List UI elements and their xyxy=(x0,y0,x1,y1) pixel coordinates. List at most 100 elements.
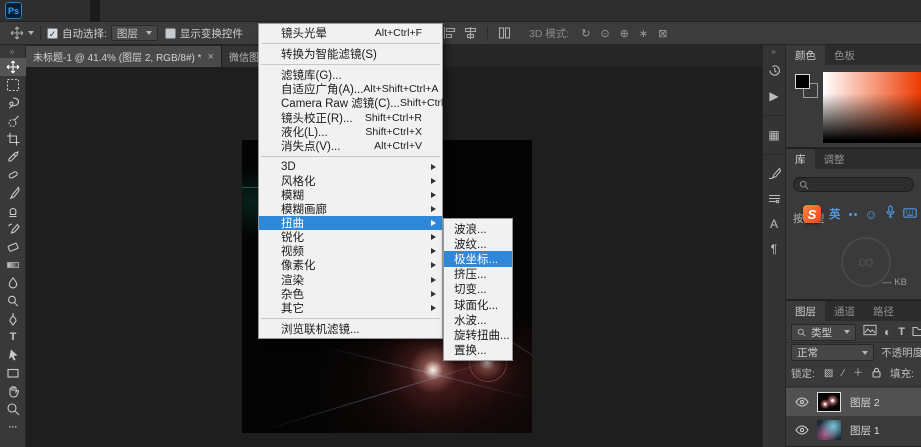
tab-adjustments[interactable]: 调整 xyxy=(815,149,854,169)
menu-item[interactable]: 渲染 xyxy=(259,273,442,287)
tool-presets-panel-icon[interactable] xyxy=(763,186,785,211)
filter-image-icon[interactable] xyxy=(863,323,877,341)
filter-folder-icon[interactable] xyxy=(912,323,921,341)
menubar-item[interactable] xyxy=(50,0,60,22)
library-search-box[interactable] xyxy=(793,177,914,192)
submenu-item[interactable]: 极坐标... xyxy=(444,251,512,266)
menu-item[interactable]: Camera Raw 滤镜(C)... Shift+Ctrl+A xyxy=(259,96,442,110)
align-center-icon[interactable] xyxy=(464,27,477,39)
ime-tools-icon[interactable] xyxy=(849,213,857,216)
lock-all-icon[interactable] xyxy=(872,367,881,381)
visibility-eye-icon[interactable] xyxy=(795,397,809,407)
eyedropper-tool[interactable] xyxy=(0,148,26,166)
menu-item[interactable]: 其它 xyxy=(259,301,442,315)
menu-item[interactable]: 镜头校正(R)... Shift+Ctrl+R xyxy=(259,110,442,124)
menu-item[interactable]: 消失点(V)... Alt+Ctrl+V xyxy=(259,139,442,153)
submenu-item[interactable]: 切变... xyxy=(444,282,512,297)
clone-stamp-tool[interactable] xyxy=(0,202,26,220)
auto-select-target-dropdown[interactable]: 图层 xyxy=(111,25,158,41)
submenu-item[interactable]: 球面化... xyxy=(444,297,512,312)
menu-item[interactable]: 滤镜库(G)... xyxy=(259,68,442,82)
foreground-color-swatch[interactable] xyxy=(795,74,810,89)
crop-tool[interactable] xyxy=(0,130,26,148)
3d-scale-icon[interactable]: ⊠ xyxy=(658,27,667,40)
submenu-item[interactable]: 波纹... xyxy=(444,236,512,251)
healing-brush-tool[interactable] xyxy=(0,166,26,184)
menubar-item[interactable] xyxy=(40,0,50,22)
more-tools[interactable]: ··· xyxy=(0,418,26,436)
tool-options-caret-icon[interactable] xyxy=(28,31,34,35)
ime-emoji-icon[interactable]: ☺ xyxy=(865,208,878,221)
menubar-item[interactable] xyxy=(70,0,80,22)
auto-select-checkbox[interactable]: ✓ xyxy=(47,28,58,39)
document-tab-active[interactable]: 未标题-1 @ 41.4% (图层 2, RGB/8#) * × xyxy=(26,46,222,67)
library-search-input[interactable] xyxy=(813,179,908,190)
tab-layers[interactable]: 图层 xyxy=(786,301,825,321)
layer-thumbnail[interactable] xyxy=(817,420,841,440)
menu-item[interactable]: 3D xyxy=(259,160,442,174)
menu-item[interactable]: 像素化 xyxy=(259,258,442,272)
blur-tool[interactable] xyxy=(0,274,26,292)
ime-english-mode[interactable]: 英 xyxy=(829,206,841,222)
align-left-icon[interactable] xyxy=(443,27,456,39)
distribute-icon[interactable] xyxy=(498,27,511,39)
history-brush-tool[interactable] xyxy=(0,220,26,238)
tab-channels[interactable]: 通道 xyxy=(825,301,864,321)
menu-item[interactable]: 转换为智能滤镜(S) xyxy=(259,47,442,61)
menubar-item[interactable] xyxy=(100,0,110,22)
submenu-item[interactable]: 波浪... xyxy=(444,221,512,236)
lasso-tool[interactable] xyxy=(0,94,26,112)
3d-roll-icon[interactable]: ⊙ xyxy=(600,27,609,40)
lock-transparent-icon[interactable]: ▨ xyxy=(824,369,833,379)
show-transform-checkbox[interactable] xyxy=(165,28,176,39)
color-gradient-field[interactable] xyxy=(823,72,921,143)
tab-swatches[interactable]: 色板 xyxy=(825,45,864,65)
move-tool[interactable] xyxy=(0,58,26,76)
tab-paths[interactable]: 路径 xyxy=(864,301,903,321)
paragraph-panel-icon[interactable]: ¶ xyxy=(763,236,785,261)
lock-move-icon[interactable]: ＋ xyxy=(853,369,863,379)
3d-slide-icon[interactable]: ∗ xyxy=(639,27,648,40)
marquee-tool[interactable] xyxy=(0,76,26,94)
quick-select-tool[interactable] xyxy=(0,112,26,130)
menubar-item[interactable] xyxy=(80,0,90,22)
ime-keyboard-icon[interactable] xyxy=(903,205,917,223)
menu-item[interactable]: 模糊 xyxy=(259,188,442,202)
submenu-item[interactable]: 置换... xyxy=(444,343,512,358)
layer-row-layer1[interactable]: 图层 1 xyxy=(786,416,921,444)
ime-mic-icon[interactable] xyxy=(886,205,895,223)
panels-collapse-icon[interactable]: » xyxy=(763,45,785,58)
character-panel-icon[interactable]: A xyxy=(763,211,785,236)
dodge-tool[interactable] xyxy=(0,292,26,310)
menu-item[interactable]: 自适应广角(A)... Alt+Shift+Ctrl+A xyxy=(259,82,442,96)
lock-paint-icon[interactable]: ∕ xyxy=(842,369,844,379)
filter-type-icon[interactable]: T xyxy=(898,326,905,338)
shape-tool[interactable] xyxy=(0,364,26,382)
pen-tool[interactable] xyxy=(0,310,26,328)
clone-source-panel-icon[interactable]: ▦ xyxy=(763,122,785,147)
tab-color[interactable]: 颜色 xyxy=(786,45,825,65)
actions-panel-icon[interactable]: ▶ xyxy=(763,83,785,108)
menu-item[interactable]: 视频 xyxy=(259,244,442,258)
type-tool[interactable]: T xyxy=(0,328,26,346)
visibility-eye-icon[interactable] xyxy=(795,425,809,435)
menu-item[interactable]: 风格化 xyxy=(259,174,442,188)
blend-mode-dropdown[interactable]: 正常 xyxy=(791,344,874,361)
tab-libraries[interactable]: 库 xyxy=(786,149,815,169)
menu-item[interactable]: 杂色 xyxy=(259,287,442,301)
sogou-logo-icon[interactable]: S xyxy=(803,205,821,223)
menu-item[interactable]: 镜头光晕 Alt+Ctrl+F xyxy=(259,26,442,40)
3d-rotate-icon[interactable]: ↻ xyxy=(581,27,590,40)
menubar-item[interactable] xyxy=(90,0,100,22)
menubar-item[interactable] xyxy=(60,0,70,22)
3d-drag-icon[interactable]: ⊕ xyxy=(620,27,629,40)
toolbar-collapse-icon[interactable]: » xyxy=(0,45,25,58)
menu-item[interactable]: 扭曲 xyxy=(259,216,442,230)
submenu-item[interactable]: 挤压... xyxy=(444,267,512,282)
menu-item[interactable]: 锐化 xyxy=(259,230,442,244)
submenu-item[interactable]: 旋转扭曲... xyxy=(444,327,512,342)
submenu-item[interactable]: 水波... xyxy=(444,312,512,327)
layer-row-layer2[interactable]: 图层 2 xyxy=(786,388,921,416)
brush-settings-panel-icon[interactable] xyxy=(763,161,785,186)
filter-adjustment-icon[interactable]: ◐ xyxy=(884,326,891,338)
